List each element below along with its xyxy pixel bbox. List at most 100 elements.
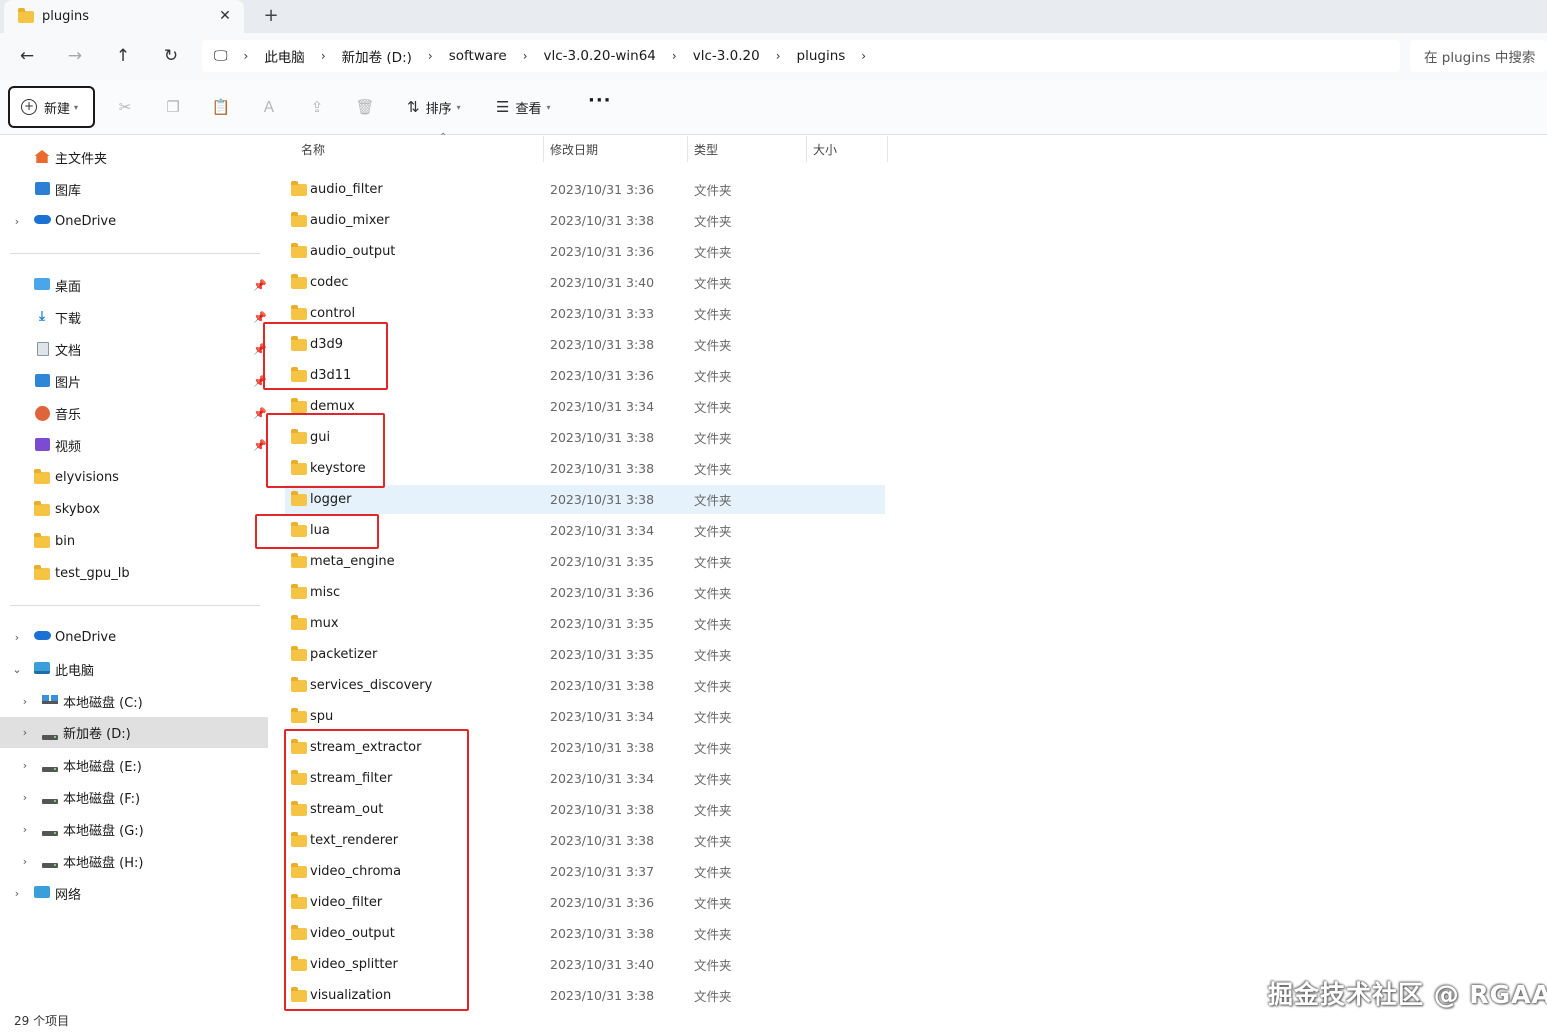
new-tab-button[interactable]: + xyxy=(260,6,282,28)
nav-item-drive-e[interactable]: › 本地磁盘 (E:) xyxy=(0,751,268,779)
address-bar[interactable]: 🖵 › 此电脑 › 新加卷 (D:) › software › vlc-3.0.… xyxy=(202,40,1400,72)
nav-item-drive-h[interactable]: › 本地磁盘 (H:) xyxy=(0,847,268,875)
breadcrumb-this-pc[interactable]: 此电脑 xyxy=(264,46,305,66)
column-header-type[interactable]: 类型 xyxy=(687,136,807,162)
new-button[interactable]: + 新建 ▾ xyxy=(8,86,95,128)
file-date: 2023/10/31 3:34 xyxy=(550,771,655,786)
chevron-right-icon[interactable]: › xyxy=(861,49,866,63)
breadcrumb-vlc[interactable]: vlc-3.0.20 xyxy=(693,48,760,64)
nav-item-desktop[interactable]: 桌面 📌 xyxy=(0,271,268,299)
item-count: 29 个项目 xyxy=(14,1014,70,1028)
chevron-right-icon[interactable]: › xyxy=(19,791,31,804)
more-options-button[interactable]: ··· xyxy=(588,92,611,116)
column-header-name[interactable]: 名称 ⌃ xyxy=(294,132,544,162)
chevron-right-icon[interactable]: › xyxy=(523,49,528,63)
annotation-box xyxy=(284,729,469,1011)
breadcrumb-vlc-win64[interactable]: vlc-3.0.20-win64 xyxy=(544,48,656,64)
file-row[interactable]: audio_filter 2023/10/31 3:36 文件夹 xyxy=(285,175,885,204)
nav-item-label: 新加卷 (D:) xyxy=(63,727,131,742)
chevron-right-icon[interactable]: › xyxy=(19,855,31,868)
file-row[interactable]: spu 2023/10/31 3:34 文件夹 xyxy=(285,702,885,731)
column-header-size[interactable]: 大小 xyxy=(806,136,888,162)
back-arrow-icon[interactable]: ← xyxy=(15,45,39,67)
file-type: 文件夹 xyxy=(694,400,732,415)
view-button[interactable]: ☰ 查看 ▾ xyxy=(496,96,550,118)
nav-item-elyvisions[interactable]: elyvisions xyxy=(0,463,268,491)
nav-item-bin[interactable]: bin xyxy=(0,527,268,555)
folder-icon xyxy=(34,501,50,516)
tab-title: plugins xyxy=(42,9,89,24)
nav-item-onedrive[interactable]: › OneDrive xyxy=(0,207,268,235)
file-name: spu xyxy=(310,709,334,724)
pin-icon[interactable]: 📌 xyxy=(253,279,267,292)
nav-item-label: skybox xyxy=(55,501,101,517)
file-date: 2023/10/31 3:35 xyxy=(550,647,655,662)
column-header-date[interactable]: 修改日期 xyxy=(543,136,688,162)
file-row[interactable]: packetizer 2023/10/31 3:35 文件夹 xyxy=(285,640,885,669)
chevron-down-icon[interactable]: ⌄ xyxy=(11,663,23,676)
nav-item-gallery[interactable]: 图库 xyxy=(0,175,268,203)
chevron-right-icon[interactable]: › xyxy=(244,49,249,63)
breadcrumb-drive-d[interactable]: 新加卷 (D:) xyxy=(342,46,412,66)
file-row[interactable]: audio_output 2023/10/31 3:36 文件夹 xyxy=(285,237,885,266)
chevron-right-icon[interactable]: › xyxy=(19,695,31,708)
forward-arrow-icon[interactable]: → xyxy=(63,45,87,67)
sort-button[interactable]: ⇅ 排序 ▾ xyxy=(407,96,461,118)
nav-item-downloads[interactable]: ⤓ 下载 📌 xyxy=(0,303,268,331)
chevron-right-icon[interactable]: › xyxy=(428,49,433,63)
nav-item-skybox[interactable]: skybox xyxy=(0,495,268,523)
nav-item-test-gpu-lb[interactable]: test_gpu_lb xyxy=(0,559,268,587)
nav-item-network[interactable]: › 网络 xyxy=(0,879,268,907)
nav-item-videos[interactable]: 视频 📌 xyxy=(0,431,268,459)
nav-item-drive-d[interactable]: › 新加卷 (D:) xyxy=(0,717,268,748)
chevron-right-icon[interactable]: › xyxy=(19,823,31,836)
file-type: 文件夹 xyxy=(694,648,732,663)
rename-icon[interactable]: Ａ xyxy=(259,97,279,117)
pin-icon[interactable]: 📌 xyxy=(253,439,267,452)
refresh-icon[interactable]: ↻ xyxy=(159,45,183,67)
delete-icon[interactable]: 🗑 xyxy=(355,97,375,117)
chevron-right-icon[interactable]: › xyxy=(672,49,677,63)
tab-plugins[interactable]: plugins ✕ xyxy=(4,0,244,33)
pin-icon[interactable]: 📌 xyxy=(253,407,267,420)
search-input[interactable]: 在 plugins 中搜索 xyxy=(1410,40,1547,72)
chevron-right-icon[interactable]: › xyxy=(321,49,326,63)
nav-item-documents[interactable]: 文档 📌 xyxy=(0,335,268,363)
copy-icon[interactable]: ❐ xyxy=(163,97,183,117)
column-header-label: 类型 xyxy=(694,142,719,157)
breadcrumb-software[interactable]: software xyxy=(449,48,507,64)
nav-item-music[interactable]: 音乐 📌 xyxy=(0,399,268,427)
chevron-right-icon[interactable]: › xyxy=(11,215,23,228)
chevron-right-icon[interactable]: › xyxy=(11,631,23,644)
chevron-right-icon[interactable]: › xyxy=(11,887,23,900)
nav-item-this-pc[interactable]: ⌄ 此电脑 xyxy=(0,655,268,683)
file-row[interactable]: audio_mixer 2023/10/31 3:38 文件夹 xyxy=(285,206,885,235)
up-arrow-icon[interactable]: ↑ xyxy=(111,45,135,67)
file-row[interactable]: meta_engine 2023/10/31 3:35 文件夹 xyxy=(285,547,885,576)
nav-item-label: elyvisions xyxy=(55,469,119,485)
new-button-label: 新建 xyxy=(44,101,71,117)
nav-item-onedrive-tree[interactable]: › OneDrive xyxy=(0,623,268,651)
file-row[interactable]: services_discovery 2023/10/31 3:38 文件夹 xyxy=(285,671,885,700)
file-date: 2023/10/31 3:38 xyxy=(550,988,655,1003)
file-row[interactable]: misc 2023/10/31 3:36 文件夹 xyxy=(285,578,885,607)
watermark: 掘金技术社区 @ RGAA xyxy=(1268,980,1547,1009)
file-date: 2023/10/31 3:38 xyxy=(550,492,655,507)
nav-item-drive-c[interactable]: › 本地磁盘 (C:) xyxy=(0,687,268,715)
share-icon[interactable]: ⇪ xyxy=(307,97,327,117)
chevron-right-icon[interactable]: › xyxy=(19,759,31,772)
paste-icon[interactable]: 📋 xyxy=(211,97,231,117)
cut-icon[interactable]: ✂ xyxy=(115,97,135,117)
nav-item-drive-g[interactable]: › 本地磁盘 (G:) xyxy=(0,815,268,843)
address-row: ← → ↑ ↻ 🖵 › 此电脑 › 新加卷 (D:) › software › … xyxy=(0,33,1547,80)
file-row[interactable]: mux 2023/10/31 3:35 文件夹 xyxy=(285,609,885,638)
chevron-right-icon[interactable]: › xyxy=(776,49,781,63)
nav-item-drive-f[interactable]: › 本地磁盘 (F:) xyxy=(0,783,268,811)
file-row[interactable]: codec 2023/10/31 3:40 文件夹 xyxy=(285,268,885,297)
close-tab-icon[interactable]: ✕ xyxy=(216,7,234,25)
breadcrumb-plugins[interactable]: plugins xyxy=(797,48,846,64)
file-row[interactable]: logger 2023/10/31 3:38 文件夹 xyxy=(285,485,885,514)
chevron-right-icon[interactable]: › xyxy=(19,726,31,739)
nav-item-pictures[interactable]: 图片 📌 xyxy=(0,367,268,395)
nav-item-home[interactable]: 主文件夹 xyxy=(0,143,268,171)
